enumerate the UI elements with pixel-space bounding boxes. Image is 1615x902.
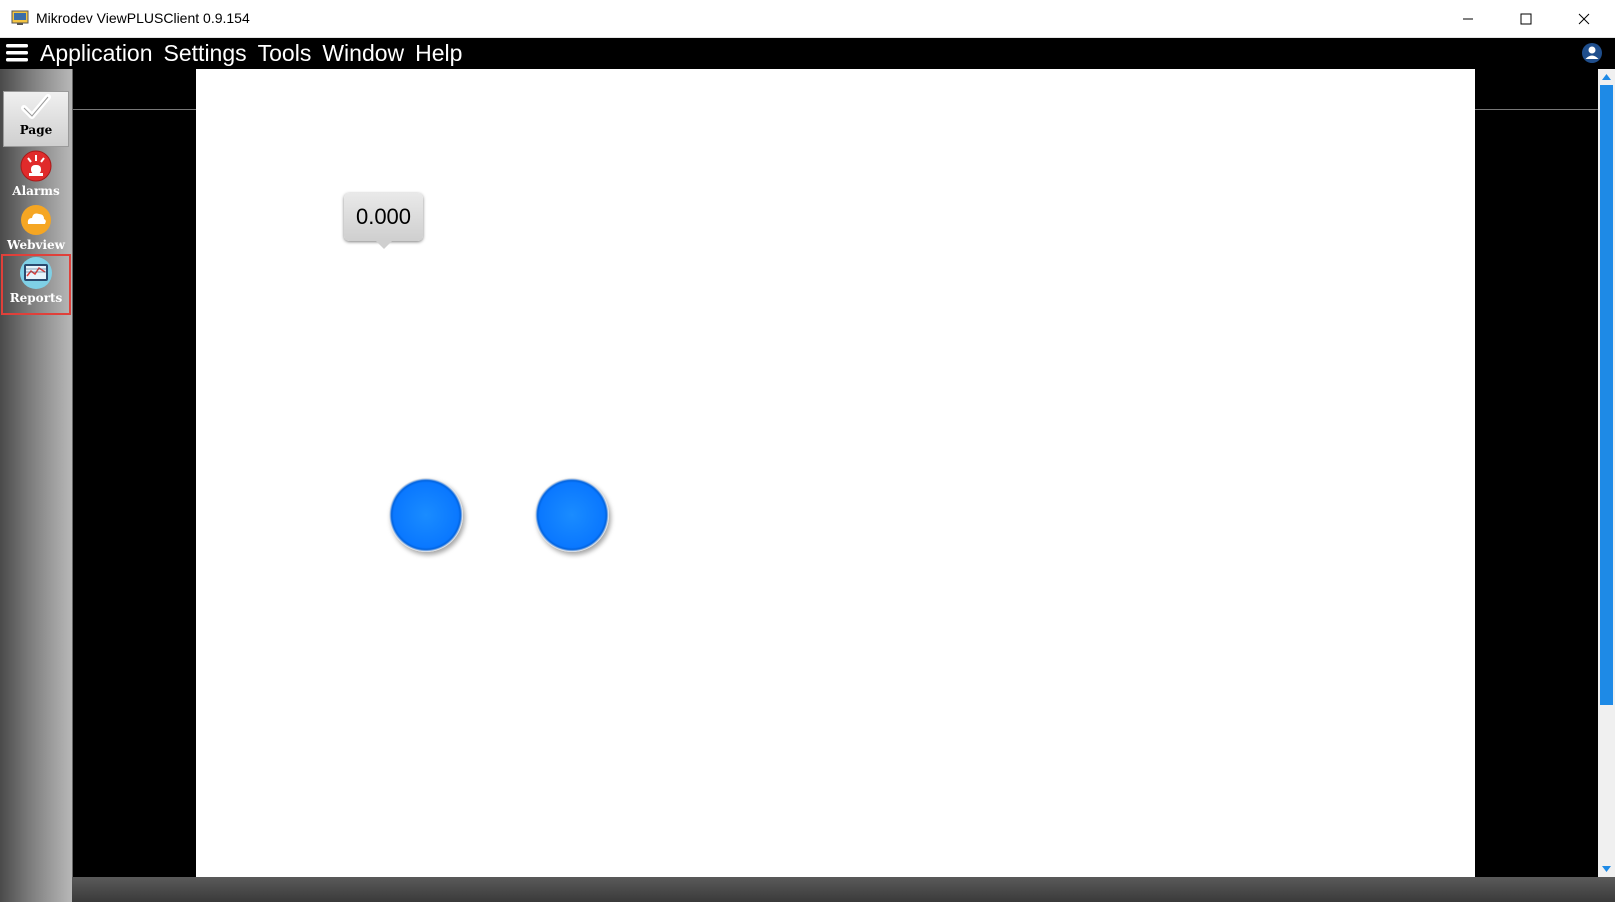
cloud-icon xyxy=(21,205,51,235)
sidebar-item-alarms[interactable]: Alarms xyxy=(3,149,69,205)
chevron-up-icon xyxy=(1602,74,1611,80)
minimize-icon xyxy=(1463,18,1473,20)
sidebar-item-label: Alarms xyxy=(12,184,60,198)
hamburger-menu-icon[interactable] xyxy=(6,43,28,63)
window-title: Mikrodev ViewPLUSClient 0.9.154 xyxy=(36,10,250,26)
title-bar: Mikrodev ViewPLUSClient 0.9.154 xyxy=(0,0,1615,38)
menu-application[interactable]: Application xyxy=(40,40,153,67)
indicator-lamp-1[interactable] xyxy=(389,478,463,552)
left-sidebar: Page Alarms Webview Reports xyxy=(0,69,72,902)
sidebar-item-label: Webview xyxy=(6,238,66,252)
menu-help[interactable]: Help xyxy=(415,40,462,67)
menu-bar: Application Settings Tools Window Help xyxy=(0,38,1615,69)
user-icon[interactable] xyxy=(1581,42,1603,64)
page-viewport: 0.000 xyxy=(72,69,1599,877)
sidebar-item-label: Reports xyxy=(9,291,63,305)
app-window: Mikrodev ViewPLUSClient 0.9.154 Applicat… xyxy=(0,0,1615,902)
sidebar-item-webview[interactable]: Webview xyxy=(3,203,69,259)
scroll-thumb[interactable] xyxy=(1600,85,1613,705)
scroll-up-button[interactable] xyxy=(1598,69,1615,85)
app-logo-icon xyxy=(11,10,29,25)
sidebar-item-reports[interactable]: Reports xyxy=(1,254,71,315)
minimize-button[interactable] xyxy=(1439,0,1497,38)
menu-window[interactable]: Window xyxy=(322,40,404,67)
report-chart-icon xyxy=(20,257,52,289)
menu-settings[interactable]: Settings xyxy=(164,40,247,67)
maximize-button[interactable] xyxy=(1497,0,1555,38)
close-button[interactable] xyxy=(1555,0,1613,38)
status-bar xyxy=(72,877,1615,902)
close-icon xyxy=(1578,13,1590,25)
alarm-siren-icon xyxy=(20,150,52,182)
hmi-page-canvas: 0.000 xyxy=(196,69,1475,877)
menu-tools[interactable]: Tools xyxy=(258,40,312,67)
sidebar-item-page[interactable]: Page xyxy=(3,91,69,147)
numeric-value-display[interactable]: 0.000 xyxy=(344,193,423,249)
maximize-icon xyxy=(1520,13,1532,25)
checkmark-icon xyxy=(21,94,51,119)
indicator-lamp-2[interactable] xyxy=(535,478,609,552)
vertical-scrollbar[interactable] xyxy=(1598,69,1615,877)
sidebar-item-label: Page xyxy=(19,123,53,137)
chevron-down-icon xyxy=(1602,866,1611,872)
scroll-down-button[interactable] xyxy=(1598,861,1615,877)
